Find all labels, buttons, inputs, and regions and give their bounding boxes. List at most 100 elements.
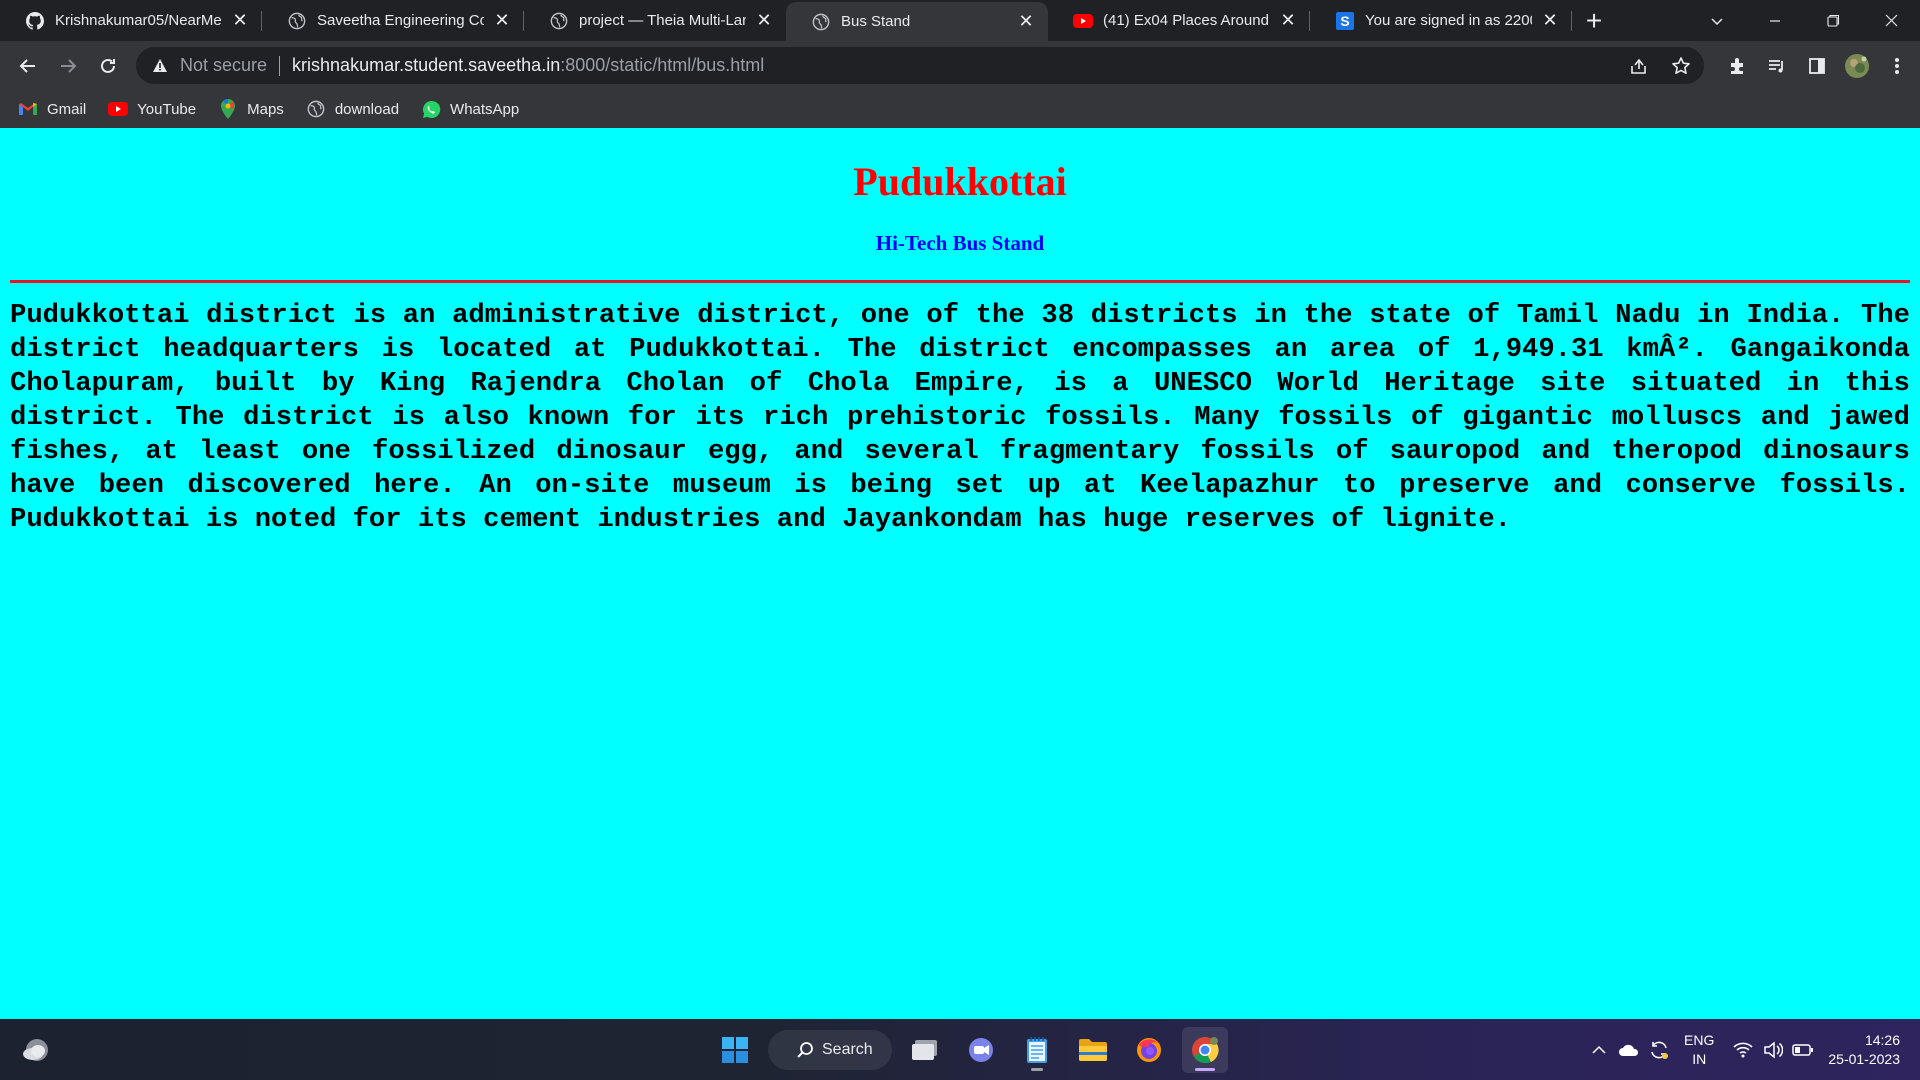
tab-signed-in[interactable]: S You are signed in as 220090 ✕ bbox=[1310, 0, 1572, 41]
security-label[interactable]: Not secure bbox=[180, 55, 267, 76]
close-icon[interactable]: ✕ bbox=[1016, 11, 1036, 32]
weather-icon[interactable] bbox=[20, 1034, 52, 1066]
menu-kebab-icon[interactable] bbox=[1884, 53, 1910, 79]
running-indicator bbox=[1031, 1067, 1043, 1071]
gmail-icon bbox=[18, 99, 38, 119]
bookmark-label: YouTube bbox=[137, 100, 197, 118]
warning-icon[interactable] bbox=[152, 58, 170, 73]
tab-title: You are signed in as 220090 bbox=[1365, 12, 1532, 29]
tab-theia[interactable]: project — Theia Multi-Language ✕ bbox=[524, 0, 786, 41]
globe-icon bbox=[306, 99, 326, 119]
close-icon[interactable]: ✕ bbox=[1278, 10, 1298, 31]
forward-arrow-icon bbox=[61, 58, 77, 73]
language-indicator[interactable]: ENG IN bbox=[1684, 1031, 1714, 1069]
tab-separator bbox=[1571, 11, 1572, 31]
onedrive-icon[interactable] bbox=[1614, 1035, 1644, 1065]
bookmark-maps[interactable]: Maps bbox=[218, 99, 284, 119]
bookmark-download[interactable]: download bbox=[306, 99, 399, 119]
forward-button[interactable] bbox=[48, 46, 88, 86]
page-viewport: Pudukkottai Hi-Tech Bus Stand Pudukkotta… bbox=[0, 128, 1920, 1019]
media-queue-icon[interactable] bbox=[1764, 53, 1790, 79]
new-tab-button[interactable]: + bbox=[1572, 0, 1616, 41]
side-panel-icon[interactable] bbox=[1804, 53, 1830, 79]
teams-chat-button[interactable] bbox=[958, 1027, 1004, 1073]
folder-icon bbox=[1079, 1038, 1107, 1061]
close-window-button[interactable] bbox=[1862, 0, 1920, 41]
bookmark-star-icon[interactable] bbox=[1668, 53, 1694, 79]
language-label: ENG bbox=[1684, 1031, 1715, 1048]
bookmark-gmail[interactable]: Gmail bbox=[18, 99, 86, 119]
github-icon bbox=[25, 11, 45, 31]
tab-bus-stand[interactable]: Bus Stand ✕ bbox=[786, 2, 1048, 41]
youtube-icon bbox=[108, 99, 129, 119]
back-button[interactable] bbox=[8, 46, 48, 86]
restore-button[interactable] bbox=[1804, 0, 1862, 41]
chat-icon bbox=[969, 1037, 993, 1062]
extensions-icon[interactable] bbox=[1724, 53, 1750, 79]
address-bar[interactable]: Not secure krishnakumar.student.saveetha… bbox=[136, 47, 1704, 84]
tab-title: Saveetha Engineering College bbox=[317, 12, 484, 29]
url-path: :8000/static/html/bus.html bbox=[560, 55, 765, 75]
tab-github[interactable]: Krishnakumar05/NearMe ✕ bbox=[0, 0, 262, 41]
taskbar: Search ENG IN 14:26 25-01-2023 bbox=[0, 1019, 1920, 1080]
back-arrow-icon bbox=[19, 58, 35, 73]
taskbar-search[interactable]: Search bbox=[768, 1029, 892, 1070]
tab-title: project — Theia Multi-Language bbox=[579, 12, 746, 29]
tab-saveetha[interactable]: Saveetha Engineering College ✕ bbox=[262, 0, 524, 41]
firefox-button[interactable] bbox=[1126, 1027, 1172, 1073]
volume-icon[interactable] bbox=[1758, 1035, 1788, 1065]
reload-button[interactable] bbox=[88, 46, 128, 86]
page-title: Pudukkottai bbox=[853, 159, 1067, 204]
bookmark-whatsapp[interactable]: WhatsApp bbox=[421, 99, 519, 119]
wifi-icon[interactable] bbox=[1728, 1035, 1758, 1065]
notepad-icon bbox=[1027, 1036, 1047, 1063]
globe-icon bbox=[287, 11, 307, 31]
battery-icon[interactable] bbox=[1788, 1035, 1818, 1065]
active-indicator bbox=[1195, 1067, 1215, 1071]
s-icon: S bbox=[1335, 11, 1355, 31]
bookmark-label: WhatsApp bbox=[450, 100, 520, 118]
close-icon[interactable]: ✕ bbox=[492, 10, 512, 31]
bookmark-youtube[interactable]: YouTube bbox=[108, 99, 196, 119]
close-icon[interactable]: ✕ bbox=[754, 10, 774, 31]
clock[interactable]: 14:26 25-01-2023 bbox=[1828, 1031, 1900, 1069]
page-body-text: Pudukkottai district is an administrativ… bbox=[10, 300, 1910, 535]
browser-toolbar: Not secure krishnakumar.student.saveetha… bbox=[0, 41, 1920, 90]
page-subtitle: Hi-Tech Bus Stand bbox=[875, 231, 1045, 255]
close-icon[interactable]: ✕ bbox=[1540, 10, 1560, 31]
windows-icon bbox=[722, 1036, 748, 1063]
globe-icon bbox=[811, 12, 831, 32]
bookmark-label: Gmail bbox=[47, 100, 87, 118]
tab-youtube[interactable]: (41) Ex04 Places Around Me ✕ bbox=[1048, 0, 1310, 41]
whatsapp-icon bbox=[421, 99, 441, 119]
profile-avatar[interactable] bbox=[1844, 53, 1870, 79]
tab-search-button[interactable] bbox=[1688, 0, 1746, 41]
chrome-button[interactable] bbox=[1182, 1026, 1228, 1073]
maps-icon bbox=[218, 99, 238, 119]
sync-icon[interactable] bbox=[1644, 1035, 1674, 1065]
minimize-button[interactable] bbox=[1746, 0, 1804, 41]
tab-title: (41) Ex04 Places Around Me bbox=[1103, 12, 1270, 29]
region-label: IN bbox=[1692, 1050, 1707, 1067]
task-view-icon bbox=[912, 1039, 937, 1060]
chevron-down-icon bbox=[1711, 17, 1723, 25]
tab-title: Krishnakumar05/NearMe bbox=[55, 12, 222, 29]
divider bbox=[279, 55, 281, 76]
share-icon[interactable] bbox=[1626, 53, 1652, 79]
close-icon bbox=[1885, 14, 1897, 27]
close-icon[interactable]: ✕ bbox=[230, 10, 250, 31]
globe-icon bbox=[549, 11, 569, 31]
tab-strip: Krishnakumar05/NearMe ✕ Saveetha Enginee… bbox=[0, 0, 1920, 41]
date-label: 25-01-2023 bbox=[1828, 1050, 1900, 1067]
bookmark-label: download bbox=[334, 100, 400, 118]
start-button[interactable] bbox=[712, 1027, 758, 1073]
reload-icon bbox=[101, 58, 115, 73]
restore-icon bbox=[1826, 14, 1839, 27]
chevron-up-icon[interactable] bbox=[1584, 1035, 1614, 1065]
file-explorer-button[interactable] bbox=[1070, 1027, 1116, 1073]
notepad-button[interactable] bbox=[1014, 1027, 1060, 1073]
svg-text:S: S bbox=[1340, 13, 1349, 29]
task-view-button[interactable] bbox=[902, 1027, 948, 1073]
youtube-icon bbox=[1073, 11, 1093, 31]
search-label: Search bbox=[822, 1040, 873, 1058]
